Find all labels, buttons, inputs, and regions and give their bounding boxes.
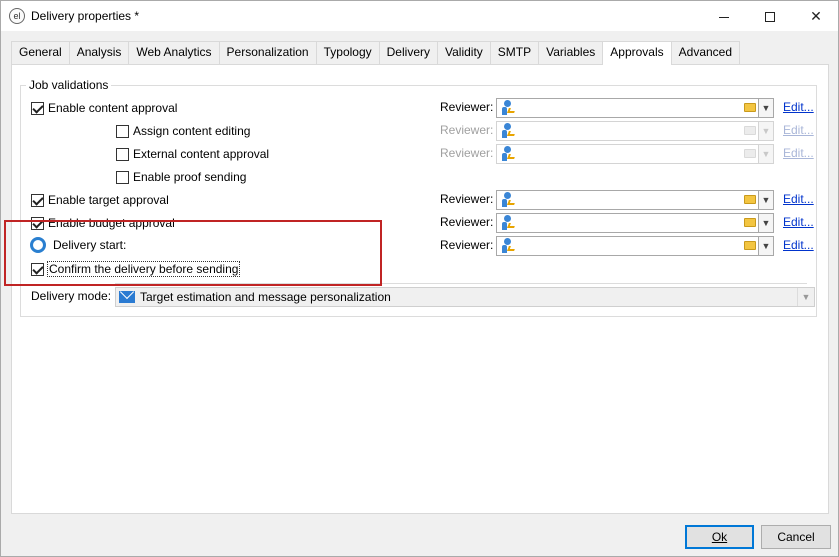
external-content-approval-checkbox[interactable] [116, 147, 129, 161]
user-key-icon [500, 146, 516, 162]
target-edit-link[interactable]: Edit... [783, 192, 814, 206]
maximize-icon [765, 12, 775, 23]
tab-bar: General Analysis Web Analytics Personali… [11, 41, 741, 65]
tab-advanced[interactable]: Advanced [670, 41, 741, 64]
editing-reviewer-field: ▼ [496, 121, 774, 141]
target-reviewer-label: Reviewer: [440, 192, 494, 206]
close-button[interactable]: ✕ [793, 1, 839, 31]
app-icon: el [9, 8, 25, 24]
tab-analysis[interactable]: Analysis [68, 41, 130, 64]
envelope-icon [119, 291, 135, 303]
enable-target-approval-row[interactable]: Enable target approval [31, 190, 169, 210]
delivery-mode-select[interactable]: Target estimation and message personaliz… [115, 287, 815, 307]
folder-icon [744, 149, 756, 158]
chevron-down-icon: ▼ [758, 121, 774, 141]
delivery-start-edit-link[interactable]: Edit... [783, 238, 814, 252]
tab-web-analytics[interactable]: Web Analytics [128, 41, 220, 64]
user-key-icon [500, 215, 516, 231]
tab-delivery[interactable]: Delivery [378, 41, 438, 64]
enable-proof-sending-row[interactable]: Enable proof sending [116, 167, 246, 187]
content-reviewer-field[interactable]: ▼ [496, 98, 774, 118]
enable-proof-sending-label: Enable proof sending [133, 170, 247, 184]
content-edit-link[interactable]: Edit... [783, 100, 814, 114]
external-reviewer-label: Reviewer: [440, 146, 494, 160]
enable-target-approval-label: Enable target approval [48, 193, 169, 207]
external-content-approval-label: External content approval [133, 147, 270, 161]
ok-button-label: Ok [711, 530, 728, 544]
tab-typology[interactable]: Typology [315, 41, 380, 64]
enable-proof-sending-checkbox[interactable] [116, 170, 129, 184]
content-reviewer-label: Reviewer: [440, 100, 494, 114]
chevron-down-icon[interactable]: ▼ [758, 98, 774, 118]
chevron-down-icon: ▼ [758, 144, 774, 164]
folder-icon [744, 126, 756, 135]
minimize-icon [719, 16, 729, 18]
chevron-down-icon[interactable]: ▼ [797, 288, 814, 306]
highlight-box [4, 220, 382, 286]
enable-target-approval-checkbox[interactable] [31, 193, 44, 207]
user-key-icon [500, 238, 516, 254]
title-bar: el Delivery properties * ✕ [1, 1, 838, 31]
cancel-button[interactable]: Cancel [761, 525, 831, 549]
delivery-mode-value: Target estimation and message personaliz… [140, 290, 391, 304]
enable-content-approval-label: Enable content approval [48, 101, 178, 115]
job-validations-title: Job validations [26, 78, 112, 92]
delivery-start-reviewer-field[interactable]: ▼ [496, 236, 774, 256]
budget-reviewer-field[interactable]: ▼ [496, 213, 774, 233]
delivery-properties-window: el Delivery properties * ✕ General Analy… [0, 0, 839, 557]
folder-icon[interactable] [744, 241, 756, 250]
assign-content-editing-checkbox[interactable] [116, 124, 129, 138]
tab-approvals[interactable]: Approvals [602, 41, 672, 65]
external-edit-link: Edit... [783, 146, 814, 160]
ok-button[interactable]: Ok [685, 525, 754, 549]
tab-validity[interactable]: Validity [436, 41, 491, 64]
external-reviewer-field: ▼ [496, 144, 774, 164]
chevron-down-icon[interactable]: ▼ [758, 213, 774, 233]
chevron-down-icon[interactable]: ▼ [758, 190, 774, 210]
chevron-down-icon[interactable]: ▼ [758, 236, 774, 256]
delivery-start-reviewer-label: Reviewer: [440, 238, 494, 252]
tab-personalization[interactable]: Personalization [218, 41, 317, 64]
approvals-panel: Job validations Enable content approval … [11, 64, 829, 514]
folder-icon[interactable] [744, 195, 756, 204]
tab-general[interactable]: General [11, 41, 70, 64]
window-title: Delivery properties * [31, 9, 140, 23]
enable-content-approval-checkbox[interactable] [31, 101, 44, 115]
folder-icon[interactable] [744, 218, 756, 227]
budget-edit-link[interactable]: Edit... [783, 215, 814, 229]
target-reviewer-field[interactable]: ▼ [496, 190, 774, 210]
tab-smtp[interactable]: SMTP [489, 41, 540, 64]
assign-content-editing-label: Assign content editing [133, 124, 251, 138]
enable-content-approval-row[interactable]: Enable content approval [31, 98, 177, 118]
editing-reviewer-label: Reviewer: [440, 123, 494, 137]
folder-icon[interactable] [744, 103, 756, 112]
editing-edit-link: Edit... [783, 123, 814, 137]
user-key-icon [500, 100, 516, 116]
minimize-button[interactable] [701, 1, 747, 31]
maximize-button[interactable] [747, 1, 793, 31]
delivery-mode-label: Delivery mode: [31, 289, 112, 303]
tab-variables[interactable]: Variables [538, 41, 604, 64]
budget-reviewer-label: Reviewer: [440, 215, 494, 229]
user-key-icon [500, 123, 516, 139]
user-key-icon [500, 192, 516, 208]
close-icon: ✕ [810, 8, 822, 24]
external-content-approval-row[interactable]: External content approval [116, 144, 269, 164]
assign-content-editing-row[interactable]: Assign content editing [116, 121, 250, 141]
